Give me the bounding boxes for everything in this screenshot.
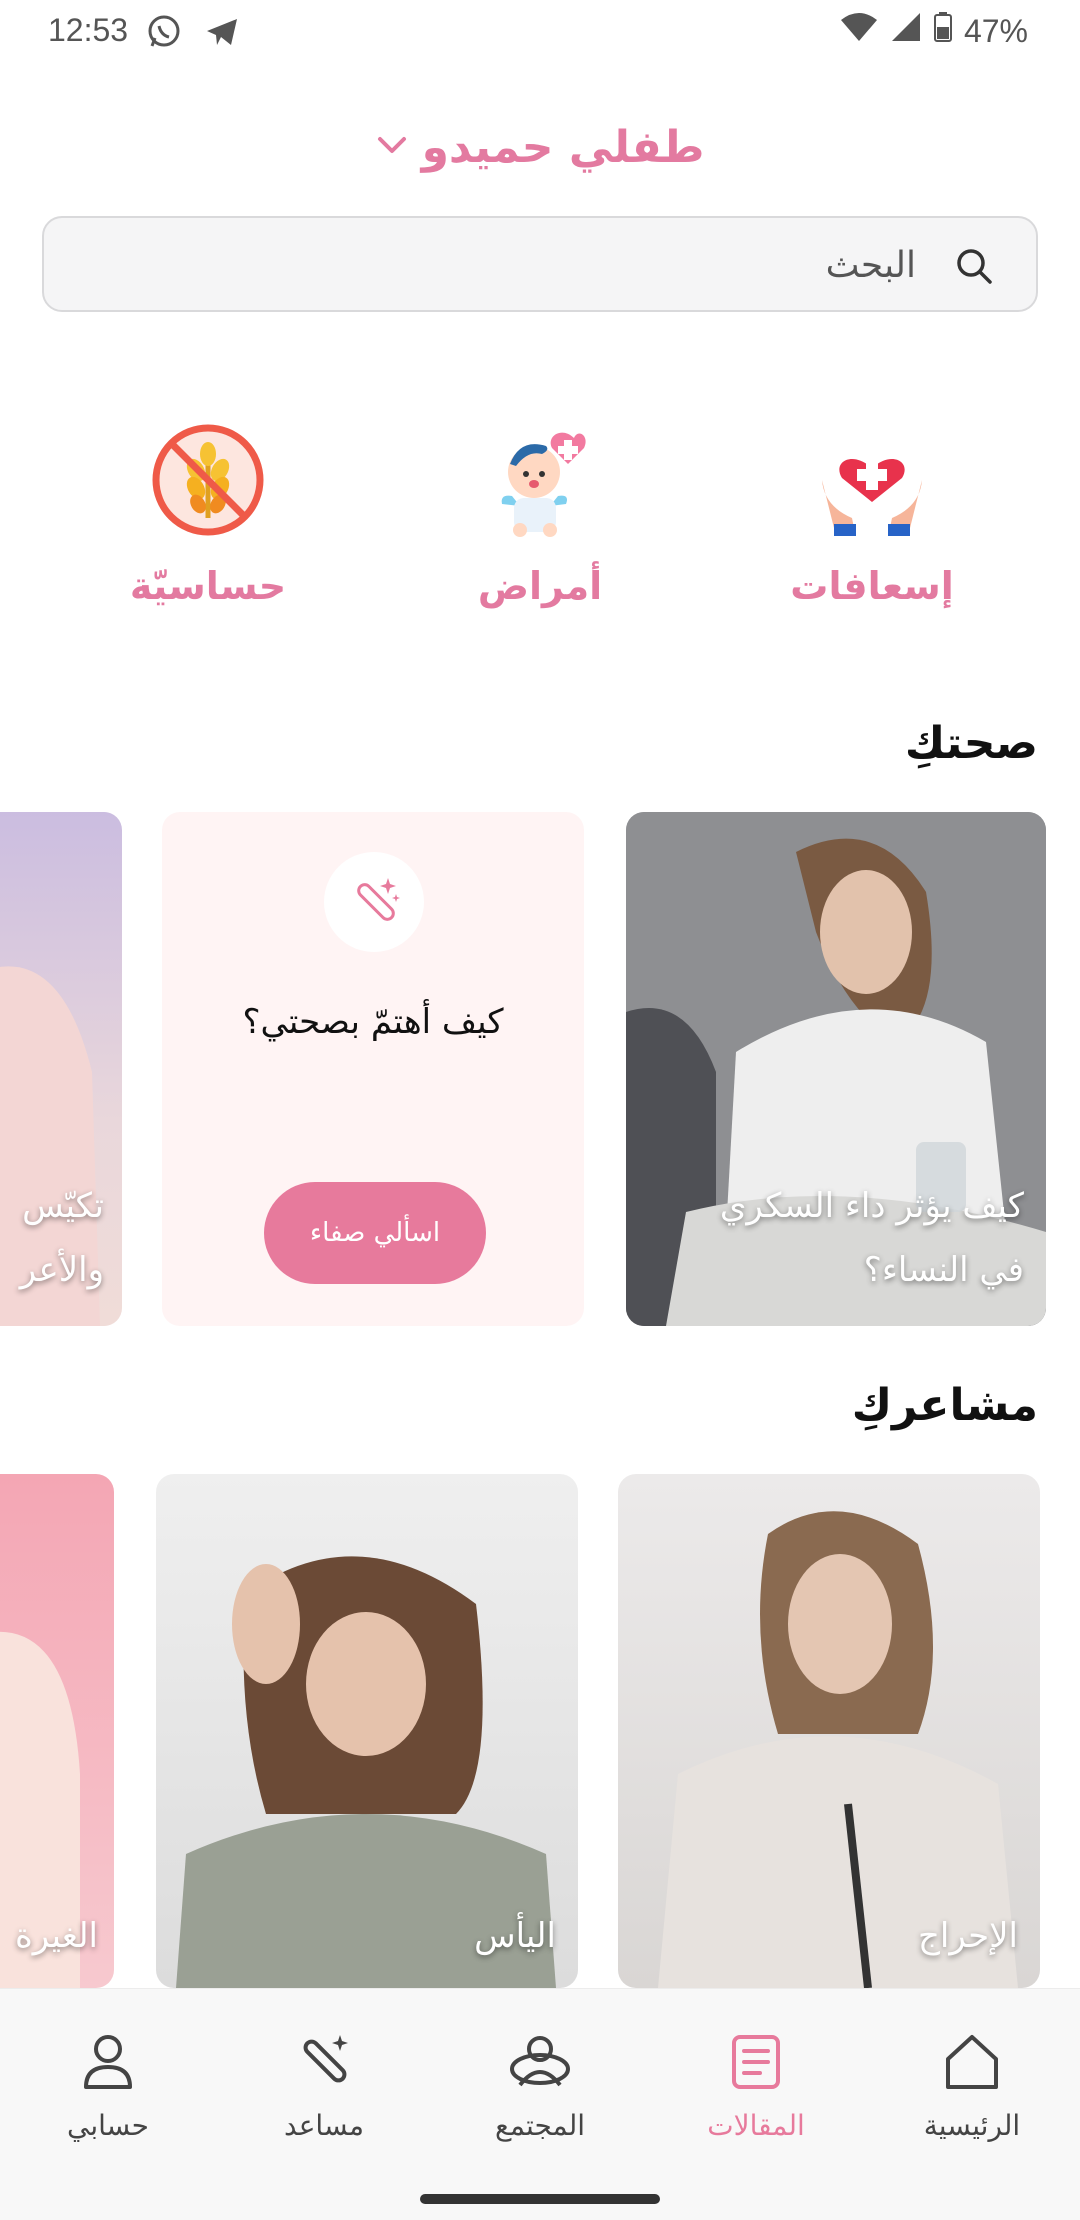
category-label: أمراض xyxy=(477,564,603,608)
article-caption: الإحراج xyxy=(917,1916,1018,1956)
first-aid-hands-icon xyxy=(812,420,932,540)
category-label: حساسيّة xyxy=(129,564,287,608)
article-caption: الغيرة xyxy=(14,1916,98,1956)
battery-percent: 47% xyxy=(963,12,1028,49)
category-illnesses[interactable]: أمراض xyxy=(430,420,650,620)
status-bar: 12:53 47% xyxy=(0,0,1080,62)
category-allergy[interactable]: حساسيّة xyxy=(98,420,318,620)
nav-item-community[interactable]: المجتمع xyxy=(450,2033,630,2142)
profile-icon xyxy=(78,2035,138,2095)
nav-label: حسابي xyxy=(67,2109,149,2142)
home-icon xyxy=(942,2035,1002,2095)
status-right: 47% xyxy=(840,12,1028,50)
telegram-icon xyxy=(204,14,240,54)
promo-question: كيف أهتمّ بصحتي؟ xyxy=(242,1002,504,1042)
child-name-title: طفلي حميدو xyxy=(421,121,705,173)
child-selector[interactable]: طفلي حميدو xyxy=(0,112,1080,182)
ask-safaa-button[interactable]: اسألي صفاء xyxy=(264,1182,486,1284)
article-card[interactable]: الإحراج xyxy=(618,1474,1040,1988)
article-card[interactable]: تكيّس والأعر xyxy=(0,812,122,1326)
signal-icon xyxy=(890,12,922,50)
category-label: إسعافات xyxy=(790,564,954,608)
assistant-wand-icon xyxy=(294,2035,354,2095)
article-card[interactable]: كيف يؤثر داء السكري في النساء؟ xyxy=(626,812,1046,1326)
chevron-down-icon xyxy=(376,133,408,161)
allergy-icon xyxy=(148,420,268,540)
article-caption: كيف يؤثر داء السكري في النساء؟ xyxy=(719,1186,1024,1290)
article-caption: اليأس xyxy=(474,1916,556,1956)
search-icon xyxy=(954,246,994,290)
baby-illness-icon xyxy=(480,420,600,540)
home-indicator[interactable] xyxy=(420,2194,660,2204)
battery-icon xyxy=(933,12,952,50)
whatsapp-icon xyxy=(146,14,182,54)
nav-item-profile[interactable]: حسابي xyxy=(18,2033,198,2142)
category-first-aid[interactable]: إسعافات xyxy=(762,420,982,620)
search-input[interactable] xyxy=(156,232,916,298)
search-bar[interactable] xyxy=(42,216,1038,312)
nav-item-articles[interactable]: المقالات xyxy=(666,2033,846,2142)
magic-wand-icon xyxy=(324,852,424,952)
nav-item-assistant[interactable]: مساعد xyxy=(234,2033,414,2142)
nav-label: المقالات xyxy=(707,2109,805,2142)
community-icon xyxy=(508,2036,572,2095)
articles-icon xyxy=(726,2035,786,2095)
ask-assistant-card[interactable]: كيف أهتمّ بصحتي؟ اسألي صفاء xyxy=(162,812,584,1326)
nav-label: مساعد xyxy=(284,2109,364,2142)
article-card[interactable]: اليأس xyxy=(156,1474,578,1988)
nav-item-home[interactable]: الرئيسية xyxy=(882,2033,1062,2142)
article-card[interactable]: الغيرة xyxy=(0,1474,114,1988)
wifi-icon xyxy=(840,12,878,50)
bottom-navigation: الرئيسية المقالات المجتمع مساعد حسابي xyxy=(0,1988,1080,2220)
status-time: 12:53 xyxy=(48,12,129,48)
nav-label: المجتمع xyxy=(494,2109,586,2142)
section-title-health: صحتكِ xyxy=(904,718,1038,769)
nav-label: الرئيسية xyxy=(923,2109,1021,2142)
article-caption: تكيّس والأعر xyxy=(19,1186,104,1290)
section-title-feelings: مشاعركِ xyxy=(851,1380,1038,1431)
